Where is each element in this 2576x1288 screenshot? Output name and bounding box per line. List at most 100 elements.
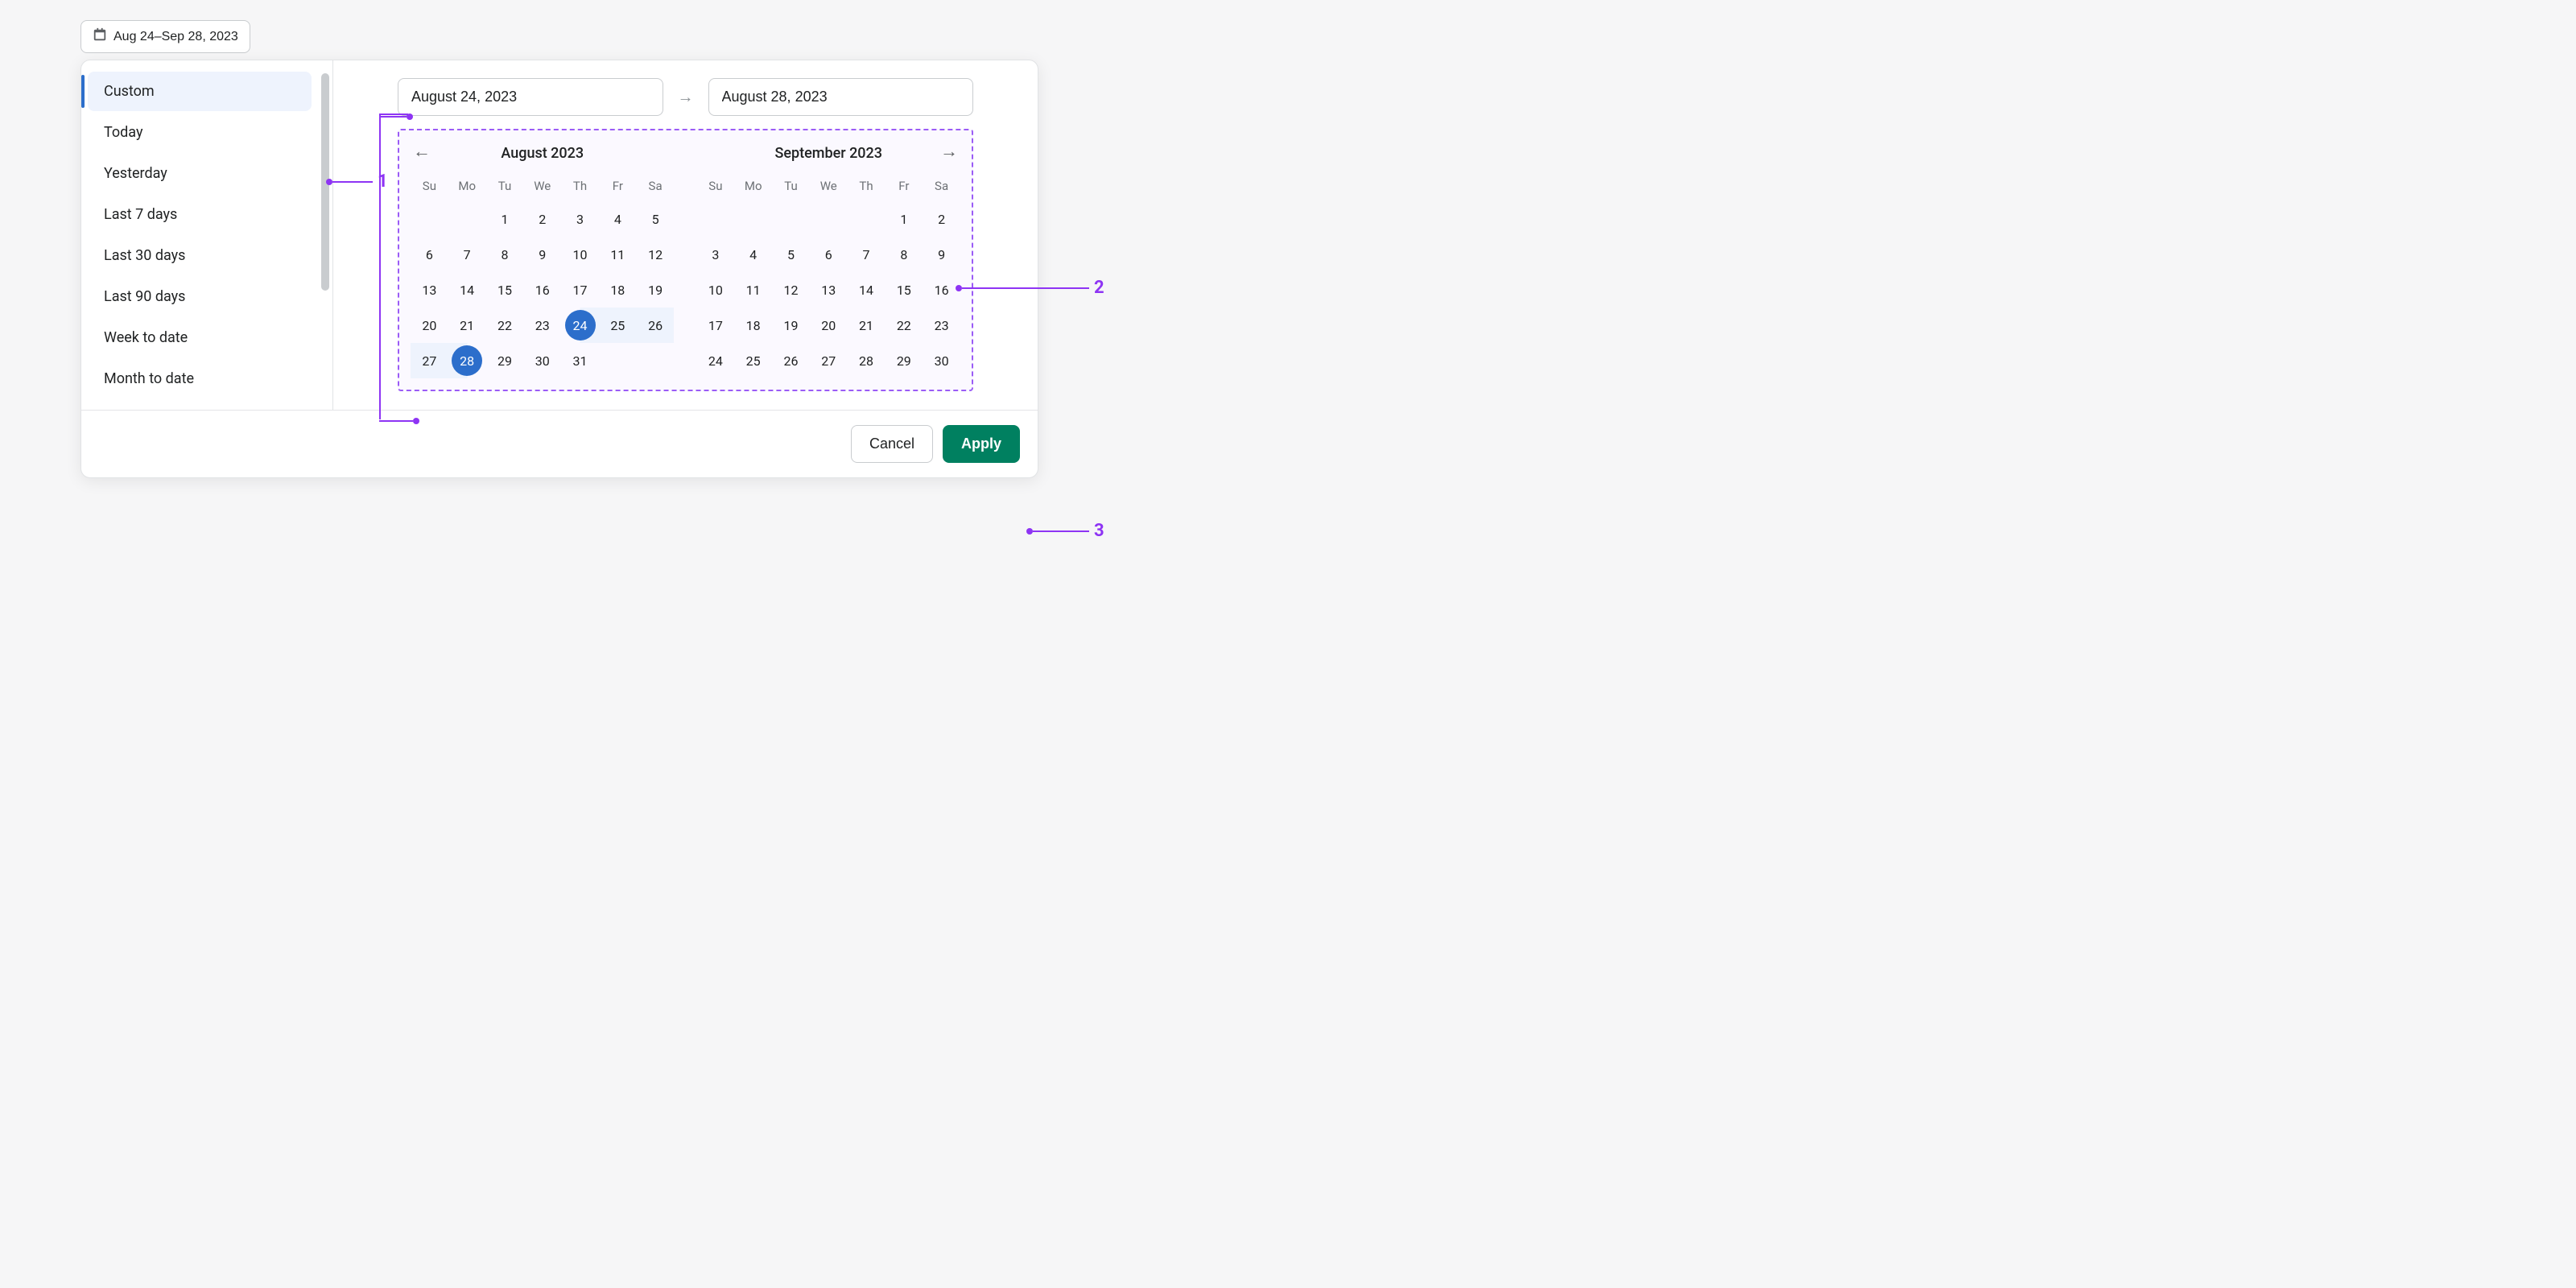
calendar-day[interactable]: 21	[448, 308, 486, 343]
calendar-day[interactable]: 29	[885, 343, 923, 378]
calendar-day[interactable]: 14	[448, 272, 486, 308]
calendar-day[interactable]: 28	[848, 343, 886, 378]
calendar-day[interactable]: 15	[885, 272, 923, 308]
weekday-label: Su	[411, 174, 448, 201]
calendar-day[interactable]: 12	[772, 272, 810, 308]
date-range-popover: CustomTodayYesterdayLast 7 daysLast 30 d…	[80, 60, 1038, 478]
calendar-day[interactable]: 14	[848, 272, 886, 308]
date-range-trigger[interactable]: Aug 24–Sep 28, 2023	[80, 20, 250, 53]
prev-month-button[interactable]: ←	[411, 140, 433, 163]
weekday-label: Mo	[448, 174, 486, 201]
calendar-column: → ←August 2023SuMoTuWeThFrSa123456789101…	[333, 60, 1038, 410]
calendar-day[interactable]: 22	[885, 308, 923, 343]
calendar-day[interactable]: 24	[561, 308, 599, 343]
preset-item[interactable]: Week to date	[88, 318, 312, 357]
calendar-day[interactable]: 31	[561, 343, 599, 378]
calendar-day[interactable]: 2	[523, 201, 561, 237]
calendar-day[interactable]: 9	[523, 237, 561, 272]
calendar-day[interactable]: 9	[923, 237, 960, 272]
calendar-day[interactable]: 18	[734, 308, 772, 343]
end-date-input[interactable]	[708, 78, 974, 116]
calendar-day[interactable]: 26	[772, 343, 810, 378]
preset-column: CustomTodayYesterdayLast 7 daysLast 30 d…	[81, 60, 331, 410]
preset-item[interactable]: Today	[88, 113, 312, 152]
calendar-day[interactable]: 27	[411, 343, 448, 378]
calendar-day[interactable]: 17	[697, 308, 735, 343]
calendar-day[interactable]: 6	[411, 237, 448, 272]
calendar-day[interactable]: 16	[923, 272, 960, 308]
calendar-day[interactable]: 8	[486, 237, 524, 272]
weekday-label: Fr	[885, 174, 923, 201]
calendar-day[interactable]: 24	[697, 343, 735, 378]
calendar-day[interactable]: 4	[734, 237, 772, 272]
calendar-day[interactable]: 4	[599, 201, 637, 237]
weekday-label: We	[810, 174, 848, 201]
preset-item[interactable]: Yesterday	[88, 154, 312, 193]
cancel-button[interactable]: Cancel	[851, 425, 933, 463]
preset-item[interactable]: Last 30 days	[88, 236, 312, 275]
calendar-day[interactable]: 15	[486, 272, 524, 308]
calendar-day[interactable]: 30	[923, 343, 960, 378]
calendar-day[interactable]: 20	[810, 308, 848, 343]
calendar-month: September 2023→SuMoTuWeThFrSa12345678910…	[697, 138, 961, 378]
calendar-day[interactable]: 18	[599, 272, 637, 308]
preset-item[interactable]: Last 7 days	[88, 195, 312, 234]
start-date-input[interactable]	[398, 78, 663, 116]
calendar-day[interactable]: 19	[772, 308, 810, 343]
popover-footer: Cancel Apply	[81, 410, 1038, 477]
weekday-label: Mo	[734, 174, 772, 201]
weekday-label: Sa	[637, 174, 675, 201]
calendar-day[interactable]: 13	[810, 272, 848, 308]
calendar-day[interactable]: 3	[697, 237, 735, 272]
calendar-day[interactable]: 11	[734, 272, 772, 308]
calendar-day[interactable]: 29	[486, 343, 524, 378]
weekday-label: Th	[561, 174, 599, 201]
calendar-day[interactable]: 25	[599, 308, 637, 343]
calendar-day[interactable]: 10	[561, 237, 599, 272]
calendar-day[interactable]: 26	[637, 308, 675, 343]
calendar-day[interactable]: 3	[561, 201, 599, 237]
arrow-right-icon: →	[678, 87, 694, 107]
calendar-day[interactable]: 5	[637, 201, 675, 237]
preset-list: CustomTodayYesterdayLast 7 daysLast 30 d…	[81, 70, 321, 400]
calendar-day[interactable]: 27	[810, 343, 848, 378]
next-month-button[interactable]: →	[938, 140, 960, 163]
date-range-label: Aug 24–Sep 28, 2023	[114, 30, 238, 44]
calendar-day[interactable]: 28	[448, 343, 486, 378]
calendar-day[interactable]: 8	[885, 237, 923, 272]
calendar-day[interactable]: 17	[561, 272, 599, 308]
calendar-day[interactable]: 10	[697, 272, 735, 308]
preset-item[interactable]: Last 90 days	[88, 277, 312, 316]
annotation-3: 3	[1094, 521, 1104, 541]
calendar-day[interactable]: 23	[923, 308, 960, 343]
calendar-icon	[93, 27, 107, 46]
calendar-day[interactable]: 20	[411, 308, 448, 343]
calendar-day[interactable]: 11	[599, 237, 637, 272]
preset-item[interactable]: Custom	[88, 72, 312, 111]
calendar-day[interactable]: 16	[523, 272, 561, 308]
calendar-day[interactable]: 6	[810, 237, 848, 272]
calendar-day[interactable]: 25	[734, 343, 772, 378]
weekday-label: We	[523, 174, 561, 201]
calendar-day[interactable]: 19	[637, 272, 675, 308]
calendar-day[interactable]: 12	[637, 237, 675, 272]
calendar-day[interactable]: 1	[885, 201, 923, 237]
calendar-day[interactable]: 21	[848, 308, 886, 343]
apply-button[interactable]: Apply	[943, 425, 1020, 463]
weekday-label: Th	[848, 174, 886, 201]
calendar-day[interactable]: 7	[848, 237, 886, 272]
calendar-day[interactable]: 13	[411, 272, 448, 308]
preset-scrollbar[interactable]	[321, 70, 329, 400]
calendar-day[interactable]: 2	[923, 201, 960, 237]
calendar-day[interactable]: 22	[486, 308, 524, 343]
calendar-day[interactable]: 23	[523, 308, 561, 343]
weekday-label: Fr	[599, 174, 637, 201]
calendar-day[interactable]: 30	[523, 343, 561, 378]
calendar-day[interactable]: 1	[486, 201, 524, 237]
annotation-2: 2	[1094, 278, 1104, 298]
month-title: August 2023	[501, 145, 584, 162]
preset-item[interactable]: Month to date	[88, 359, 312, 398]
calendar-day[interactable]: 5	[772, 237, 810, 272]
month-title: September 2023	[775, 145, 883, 162]
calendar-day[interactable]: 7	[448, 237, 486, 272]
